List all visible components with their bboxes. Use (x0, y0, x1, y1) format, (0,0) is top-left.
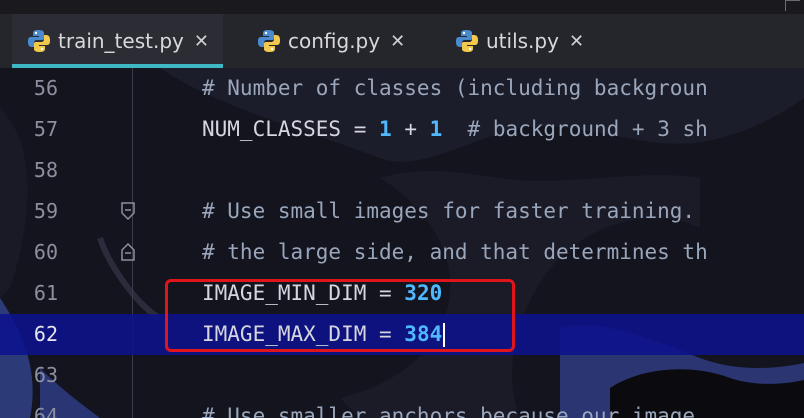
code-comment: # Use small images for faster training. (202, 199, 708, 223)
code-comment: # the large side, and that determines th (202, 240, 708, 264)
line-number: 56 (33, 76, 58, 100)
fold-end-icon[interactable] (120, 243, 136, 261)
line-number: 64 (33, 404, 58, 418)
tab-config[interactable]: config.py ✕ (248, 14, 413, 68)
python-file-icon (258, 30, 280, 52)
python-file-icon (456, 30, 478, 52)
code-line[interactable]: 63 (0, 355, 804, 396)
line-number: 58 (33, 158, 58, 182)
code-line[interactable]: 60 # the large side, and that determines… (0, 232, 804, 273)
annotation-highlight-box (165, 279, 515, 352)
title-strip (0, 0, 804, 14)
code-line[interactable]: 64 # Use smaller anchors because our ima… (0, 396, 804, 418)
code-line[interactable]: 59 # Use small images for faster trainin… (0, 191, 804, 232)
line-number: 63 (33, 363, 58, 387)
code-line[interactable]: 57 NUM_CLASSES = 1 + 1 # background + 3 … (0, 109, 804, 150)
tab-train-test[interactable]: train_test.py ✕ (12, 14, 223, 68)
code-line[interactable]: 56 # Number of classes (including backgr… (0, 68, 804, 109)
tab-label: utils.py (486, 29, 559, 53)
tab-utils[interactable]: utils.py ✕ (446, 14, 592, 68)
line-number: 61 (33, 281, 58, 305)
code-comment: # Number of classes (including backgroun (202, 76, 708, 100)
number-literal: 1 (379, 117, 392, 141)
code-comment: # background + 3 sh (442, 117, 708, 141)
python-file-icon (28, 30, 50, 52)
close-icon[interactable]: ✕ (194, 31, 209, 52)
tab-label: train_test.py (58, 29, 184, 53)
editor-tab-bar: train_test.py ✕ config.py ✕ utils.py ✕ (0, 14, 804, 69)
window-corner-icon (785, 0, 800, 11)
line-number: 57 (33, 117, 58, 141)
line-number: 62 (33, 322, 58, 346)
close-icon[interactable]: ✕ (390, 31, 405, 52)
close-icon[interactable]: ✕ (569, 31, 584, 52)
line-number: 59 (33, 199, 58, 223)
code-comment: # Use smaller anchors because our image (202, 404, 708, 418)
code-text: NUM_CLASSES = 1 + 1 # background + 3 sh (202, 109, 708, 150)
number-literal: 1 (429, 117, 443, 141)
code-statement: NUM_CLASSES = (202, 117, 380, 141)
ide-window: train_test.py ✕ config.py ✕ utils.py ✕ 5… (0, 0, 804, 418)
tab-label: config.py (288, 29, 381, 53)
code-line[interactable]: 58 (0, 150, 804, 191)
fold-start-icon[interactable] (120, 202, 136, 220)
code-editor[interactable]: 56 # Number of classes (including backgr… (0, 68, 804, 418)
code-operator: + (391, 117, 430, 141)
line-number: 60 (33, 240, 58, 264)
